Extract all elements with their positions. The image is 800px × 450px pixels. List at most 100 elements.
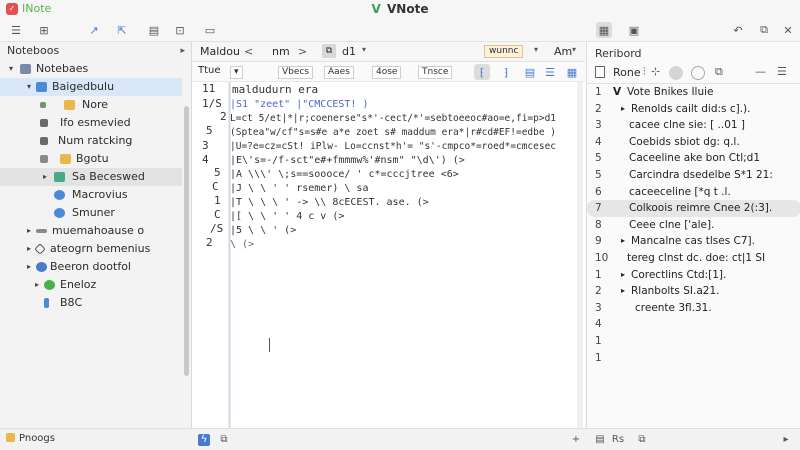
window-icon[interactable]: ⧉ [218,434,230,446]
outline-item[interactable]: 1 V Vote Bnikes Iluie [587,84,800,101]
back-icon[interactable]: ↶ [730,22,746,38]
outline-text: caceeceline [*q t .l. [629,185,731,198]
layout-icon[interactable]: ▦ [596,22,612,38]
tree-item[interactable]: Nore [0,96,182,114]
chevron-down-icon[interactable]: ▾ [24,78,34,96]
globe-icon [36,262,47,272]
tree-item[interactable]: ▸ Sa Beceswed [0,168,182,186]
chevron-right-icon[interactable]: ▸ [40,168,50,186]
outline-item[interactable]: 8 Ceee clne ['ale]. [587,217,800,234]
outline-item[interactable]: 1 ▸ Corectlins Ctd:[1]. [587,267,800,284]
chevron-right-icon[interactable]: ▸ [24,222,34,240]
tag-icon[interactable]: ⫶ [643,65,646,79]
markdown-editor[interactable]: 11 maldudurn era 1/S |S1 "zeet" |"CMCCES… [192,82,585,428]
image-icon[interactable]: ▦ [564,64,580,80]
outline-item[interactable]: 1 [587,350,800,367]
folder-icon [60,154,71,164]
more-icon[interactable]: ▸ [780,434,792,446]
outline-item[interactable]: 3 creente 3fl.31. [587,300,800,317]
line-number: 1 [214,194,221,207]
preview-icon[interactable]: ▭ [202,22,218,38]
chevron-right-icon[interactable]: > [298,45,307,58]
outline-item[interactable]: 6 caceeceline [*q t .l. [587,184,800,201]
tree-item[interactable]: Smuner [0,204,182,222]
chevron-right-icon[interactable]: ▸ [32,276,42,294]
align-center-icon[interactable]: ⁆ [498,64,514,80]
circle-icon[interactable] [691,66,705,80]
tab-d1[interactable]: d1 [342,45,356,58]
note-icon [40,155,48,163]
tree-item[interactable]: ▾ Baigedbulu [0,78,182,96]
tree-item[interactable]: ▸ ateogrn bemenius [0,240,182,258]
link-icon[interactable]: ↗ [86,22,102,38]
copy-icon[interactable]: ⧉ [756,22,772,38]
format-dropdown-1[interactable]: ▾ [230,66,243,79]
tree-item[interactable]: Bgotu [0,150,182,168]
format-dropdown-4[interactable]: 4ose [372,66,402,79]
wunnc-badge[interactable]: wunnc [484,45,524,58]
export-icon[interactable]: ⇱ [114,22,130,38]
list-icon[interactable]: ☰ [542,64,558,80]
menu-icon[interactable]: ☰ [8,22,24,38]
tree-item[interactable]: ▾ Notebaes [0,60,182,78]
outline-item-active[interactable]: 7 Colkoois reimre Cnee 2(:3]. [587,200,800,217]
tree-item[interactable]: ▸ Eneloz [0,276,182,294]
tree-item[interactable]: B8C [0,294,182,312]
copy-tab-icon[interactable]: ⧉ [322,44,336,58]
close-icon[interactable]: ✕ [780,22,796,38]
format-dropdown-3[interactable]: Aaes [324,66,354,79]
align-left-icon[interactable]: ⁅ [474,64,490,80]
chevron-right-icon[interactable]: ▸ [24,258,34,276]
format-dropdown-2[interactable]: Vbecs [278,66,314,79]
toggle-icon[interactable] [669,66,683,80]
outline-icon[interactable]: ▤ [594,434,606,446]
lightning-icon[interactable]: ϟ [198,434,210,446]
window-icon[interactable]: ▣ [626,22,642,38]
outline-item[interactable]: 9 ▸ Mancalne cas tlses C7]. [587,233,800,250]
document-icon[interactable] [595,66,605,78]
chevron-down-icon[interactable]: ▾ [572,45,576,54]
format-true-label[interactable]: Ttue [198,65,221,76]
tree-item[interactable]: Macrovius [0,186,182,204]
outline-item[interactable]: 1 [587,333,800,350]
outline-item[interactable]: 3 cacee clne sie: [ ..01 ] [587,117,800,134]
format-dropdown-5[interactable]: Tnsce [418,66,453,79]
outline-item[interactable]: 5 Caceeline ake bon Ctl;d1 [587,150,800,167]
tree-item[interactable]: Num ratcking [0,132,182,150]
chevron-down-icon[interactable]: ▾ [534,45,538,54]
new-note-icon[interactable]: ⊞ [36,22,52,38]
text-abbr[interactable]: Rs [610,434,626,446]
outline-text: tereg clnst dc. doe: ct|1 SI [627,251,766,264]
copy-icon[interactable]: ⧉ [636,434,648,446]
tree-item[interactable]: ▸ muemahoause o [0,222,182,240]
grid-icon[interactable]: ⊡ [172,22,188,38]
add-icon[interactable]: + [570,434,582,446]
outline-item[interactable]: 4 [587,316,800,333]
outline-item[interactable]: 2 ▸ Rlanbolts SI.a21. [587,283,800,300]
leaf-icon [44,280,55,290]
outline-search[interactable]: Rone [613,66,641,79]
folder-icon[interactable]: ▤ [146,22,162,38]
tree-item[interactable]: ▸ Beeron dootfol [0,258,182,276]
outline-item[interactable]: 4 Coebids sbiot dg: q.l. [587,134,800,151]
chevron-right-icon[interactable]: ▸ [24,240,34,258]
chevron-down-icon[interactable]: ▾ [6,60,16,78]
editor-scrollbar[interactable] [577,82,583,428]
tab-maldou[interactable]: Maldou [200,45,240,58]
tab-am[interactable]: Am [554,45,572,58]
minus-icon[interactable]: — [755,65,766,78]
split-icon[interactable]: ⊹ [651,65,660,78]
outline-item[interactable]: 10 tereg clnst dc. doe: ct|1 SI [587,250,800,267]
copy-icon[interactable]: ⧉ [715,65,723,79]
chevron-down-icon[interactable]: ▸ [180,42,185,60]
table-icon[interactable]: ▤ [522,64,538,80]
chevron-down-icon[interactable]: ▾ [362,45,366,54]
notebook-scrollbar[interactable] [184,106,189,376]
outline-item[interactable]: 5 Carcindra dsedelbe S*1 21: [587,167,800,184]
outline-item[interactable]: 2 ▸ Renolds cailt did:s c].). [587,101,800,118]
menu-icon[interactable]: ☰ [777,65,787,78]
tree-item[interactable]: Ifo esmevied [0,114,182,132]
chevron-left-icon[interactable]: < [244,45,253,58]
outline-number: 3 [595,119,602,132]
tab-nm[interactable]: nm [272,45,290,58]
